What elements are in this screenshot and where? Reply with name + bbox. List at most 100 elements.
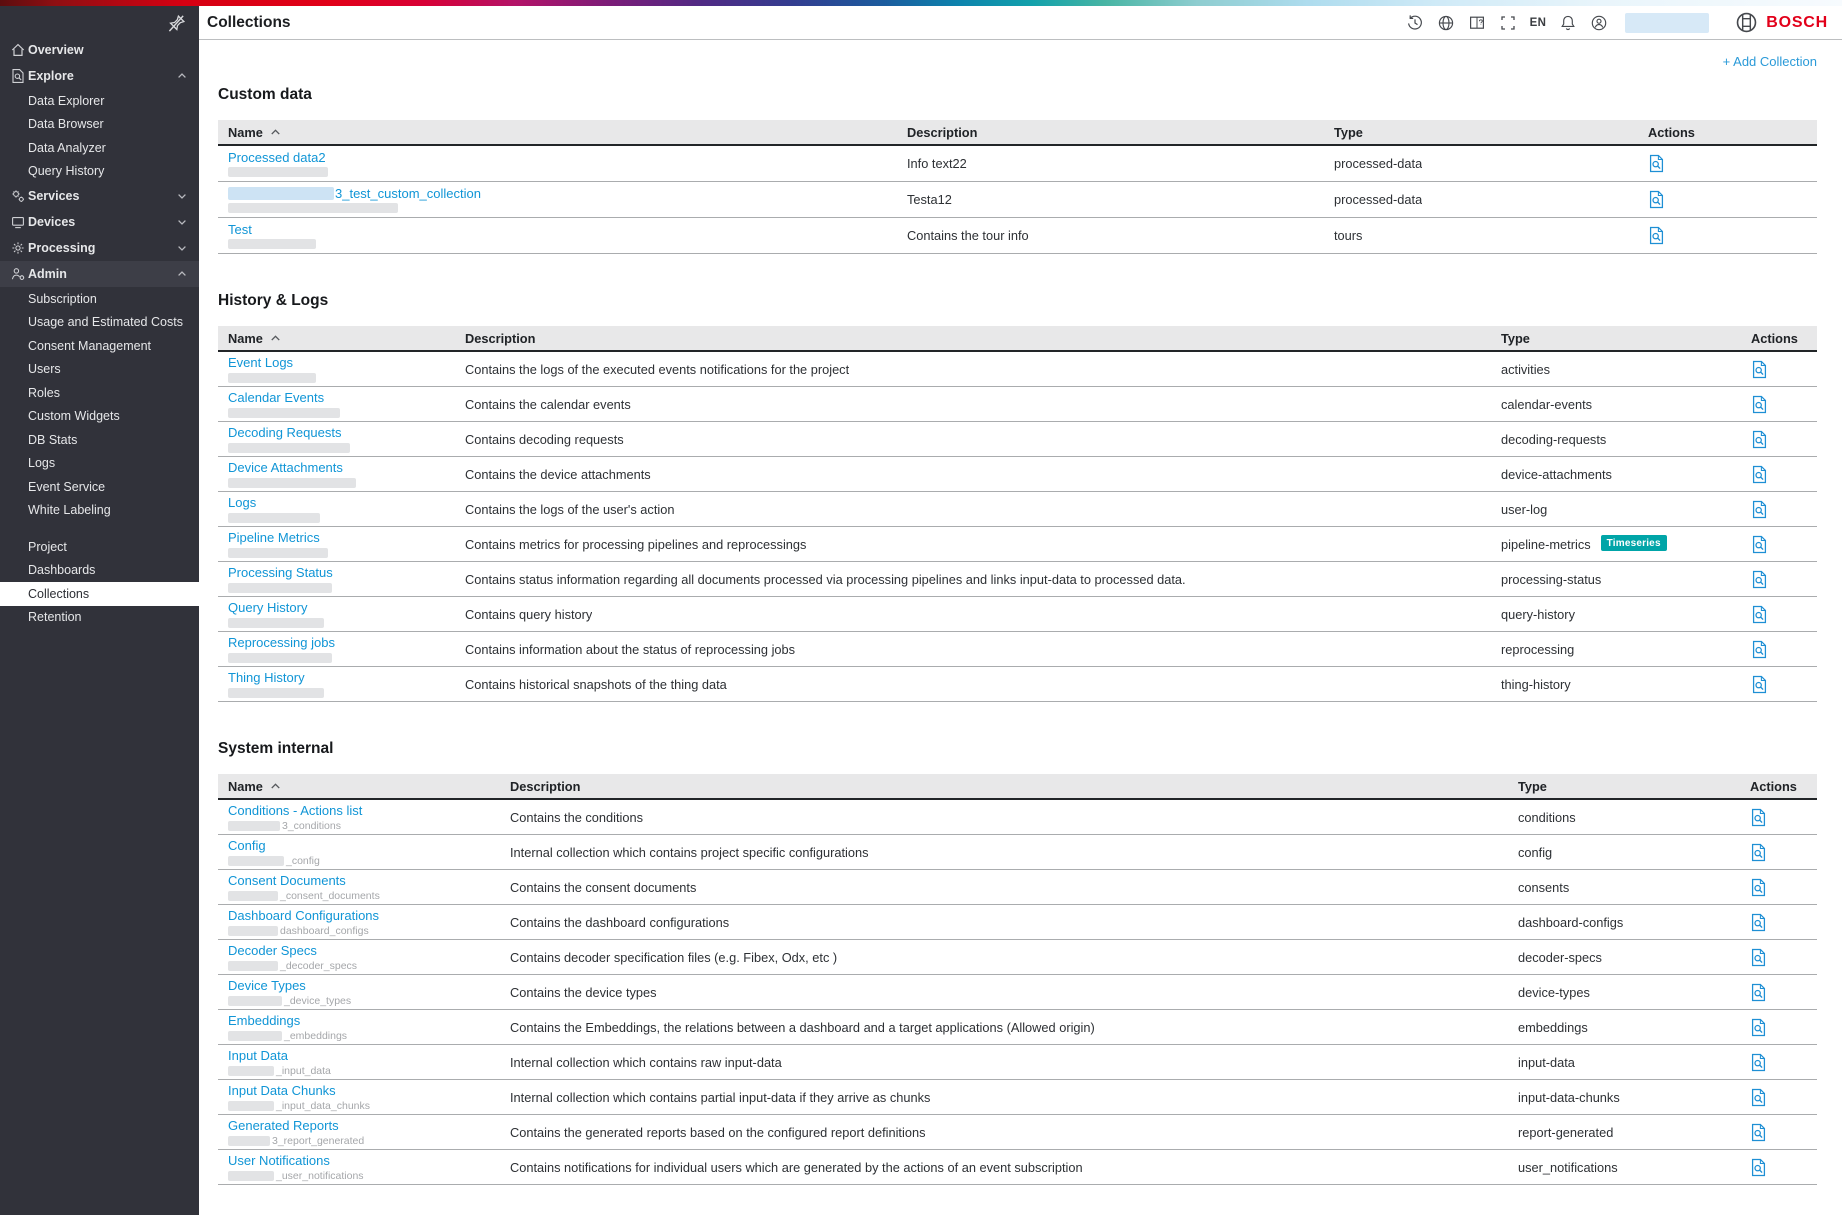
open-in-data-explorer-button[interactable]: [1750, 948, 1767, 967]
sidebar-item-label: Data Browser: [28, 117, 104, 131]
open-in-data-explorer-button[interactable]: [1750, 1158, 1767, 1177]
table-row-processed-data2: Processed data2Info text22processed-data: [218, 146, 1817, 182]
manual-icon[interactable]: [1468, 14, 1486, 32]
table-header-row: NameDescriptionTypeActions: [218, 120, 1817, 146]
sidebar-item-data-browser[interactable]: Data Browser: [0, 113, 199, 137]
open-in-data-explorer-button[interactable]: [1750, 1018, 1767, 1037]
collection-link[interactable]: Embeddings: [228, 1013, 300, 1028]
collection-link[interactable]: Processing Status: [228, 565, 333, 580]
sidebar-item-event-service[interactable]: Event Service: [0, 475, 199, 499]
collection-link[interactable]: Conditions - Actions list: [228, 803, 362, 818]
collection-link[interactable]: Thing History: [228, 670, 305, 685]
collection-link[interactable]: Calendar Events: [228, 390, 324, 405]
sidebar-item-roles[interactable]: Roles: [0, 381, 199, 405]
collection-link[interactable]: Reprocessing jobs: [228, 635, 335, 650]
collection-link[interactable]: Decoder Specs: [228, 943, 317, 958]
open-in-data-explorer-button[interactable]: [1750, 1053, 1767, 1072]
open-in-data-explorer-button[interactable]: [1750, 983, 1767, 1002]
sidebar-item-data-explorer[interactable]: Data Explorer: [0, 89, 199, 113]
globe-icon[interactable]: [1437, 14, 1455, 32]
collection-description: Contains the device types: [510, 985, 657, 1000]
sidebar-item-explore[interactable]: Explore: [0, 63, 199, 89]
open-in-data-explorer-button[interactable]: [1751, 430, 1768, 449]
sidebar-item-devices[interactable]: Devices: [0, 209, 199, 235]
sidebar-item-db-stats[interactable]: DB Stats: [0, 428, 199, 452]
collection-link[interactable]: Pipeline Metrics: [228, 530, 320, 545]
chevron-down-icon: [176, 216, 188, 228]
collection-link[interactable]: Test: [228, 222, 252, 237]
sidebar-item-consent-management[interactable]: Consent Management: [0, 334, 199, 358]
collection-link[interactable]: Decoding Requests: [228, 425, 341, 440]
bell-icon[interactable]: [1559, 14, 1577, 32]
column-header-type: Type: [1324, 120, 1638, 144]
sidebar-item-dashboards[interactable]: Dashboards: [0, 559, 199, 583]
sidebar-item-users[interactable]: Users: [0, 358, 199, 382]
collection-link[interactable]: Query History: [228, 600, 307, 615]
sidebar-item-admin[interactable]: Admin: [0, 261, 199, 287]
account-icon[interactable]: [1590, 14, 1608, 32]
collection-link[interactable]: Input Data Chunks: [228, 1083, 336, 1098]
sidebar-item-label: White Labeling: [28, 503, 111, 517]
sidebar-item-retention[interactable]: Retention: [0, 606, 199, 630]
page-title: Collections: [207, 14, 291, 32]
collection-link[interactable]: Config: [228, 838, 266, 853]
open-in-data-explorer-button[interactable]: [1750, 808, 1767, 827]
collection-description: Contains the logs of the executed events…: [465, 362, 849, 377]
sidebar-item-collections[interactable]: Collections: [0, 582, 199, 606]
open-in-data-explorer-button[interactable]: [1750, 843, 1767, 862]
collection-link[interactable]: 3_test_custom_collection: [335, 186, 481, 201]
history-icon[interactable]: [1406, 14, 1424, 32]
sidebar-item-services[interactable]: Services: [0, 183, 199, 209]
sidebar-item-overview[interactable]: Overview: [0, 37, 199, 63]
collection-description: Contains the logs of the user's action: [465, 502, 674, 517]
unpin-sidebar-icon[interactable]: [167, 14, 186, 33]
add-collection-button[interactable]: + Add Collection: [218, 54, 1817, 72]
language-selector[interactable]: EN: [1530, 17, 1547, 29]
open-in-data-explorer-button[interactable]: [1751, 605, 1768, 624]
collection-link[interactable]: Dashboard Configurations: [228, 908, 379, 923]
open-in-data-explorer-button[interactable]: [1750, 878, 1767, 897]
open-in-data-explorer-button[interactable]: [1648, 190, 1665, 209]
collection-link[interactable]: Device Attachments: [228, 460, 343, 475]
open-in-data-explorer-button[interactable]: [1751, 535, 1768, 554]
section-title-history-logs: History & Logs: [218, 292, 1817, 310]
open-in-data-explorer-button[interactable]: [1750, 1123, 1767, 1142]
column-header-name[interactable]: Name: [218, 326, 455, 350]
open-in-data-explorer-button[interactable]: [1751, 675, 1768, 694]
collection-description: Contains information about the status of…: [465, 642, 795, 657]
redacted-collection-id: [228, 548, 328, 558]
collection-link[interactable]: Logs: [228, 495, 256, 510]
open-in-data-explorer-button[interactable]: [1751, 465, 1768, 484]
column-header-name[interactable]: Name: [218, 774, 500, 798]
collection-link[interactable]: Event Logs: [228, 355, 293, 370]
open-in-data-explorer-button[interactable]: [1648, 154, 1665, 173]
sidebar-item-data-analyzer[interactable]: Data Analyzer: [0, 136, 199, 160]
collection-link[interactable]: Consent Documents: [228, 873, 346, 888]
open-in-data-explorer-button[interactable]: [1750, 913, 1767, 932]
fullscreen-icon[interactable]: [1499, 14, 1517, 32]
sidebar-item-processing[interactable]: Processing: [0, 235, 199, 261]
open-in-data-explorer-button[interactable]: [1751, 360, 1768, 379]
collection-link[interactable]: Device Types: [228, 978, 306, 993]
sidebar-item-usage-and-estimated-costs[interactable]: Usage and Estimated Costs: [0, 311, 199, 335]
collection-link[interactable]: Input Data: [228, 1048, 288, 1063]
sidebar-item-white-labeling[interactable]: White Labeling: [0, 499, 199, 523]
open-in-data-explorer-button[interactable]: [1751, 570, 1768, 589]
column-header-actions: Actions: [1740, 774, 1817, 798]
collection-link[interactable]: User Notifications: [228, 1153, 330, 1168]
open-in-data-explorer-button[interactable]: [1751, 640, 1768, 659]
sidebar-item-custom-widgets[interactable]: Custom Widgets: [0, 405, 199, 429]
sidebar-item-query-history[interactable]: Query History: [0, 160, 199, 184]
collection-link[interactable]: Processed data2: [228, 150, 326, 165]
open-in-data-explorer-button[interactable]: [1751, 395, 1768, 414]
sidebar-item-project[interactable]: Project: [0, 535, 199, 559]
open-in-data-explorer-button[interactable]: [1750, 1088, 1767, 1107]
sidebar-item-subscription[interactable]: Subscription: [0, 287, 199, 311]
collection-description: Contains the consent documents: [510, 880, 696, 895]
collection-link[interactable]: Generated Reports: [228, 1118, 339, 1133]
open-in-data-explorer-button[interactable]: [1648, 226, 1665, 245]
collection-type: report-generated: [1518, 1125, 1613, 1140]
column-header-name[interactable]: Name: [218, 120, 897, 144]
sidebar-item-logs[interactable]: Logs: [0, 452, 199, 476]
open-in-data-explorer-button[interactable]: [1751, 500, 1768, 519]
